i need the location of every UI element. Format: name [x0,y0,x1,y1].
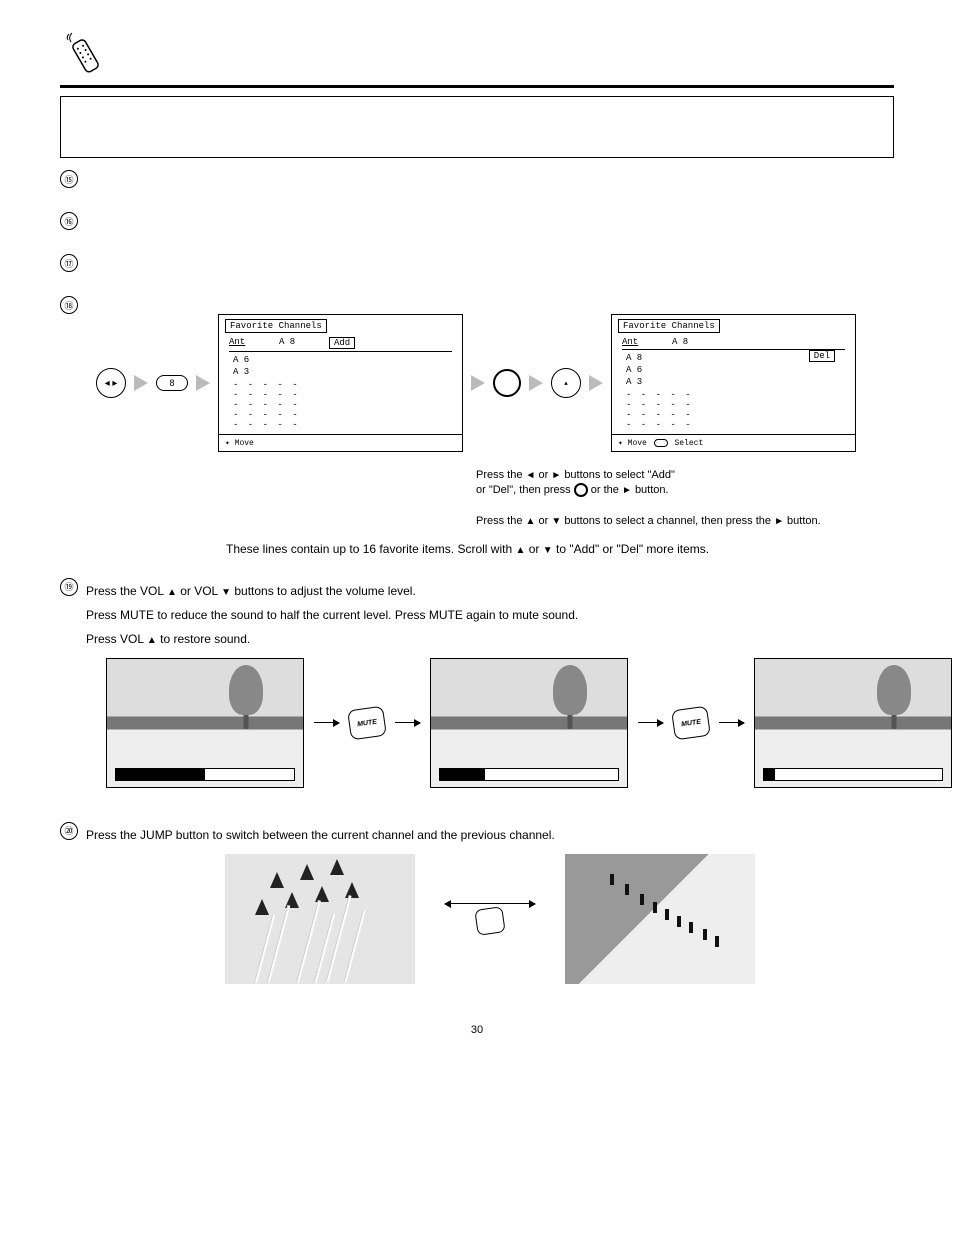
nav-ring-button: ▴ [551,368,581,398]
flow-arrow-icon [314,722,339,723]
remote-icon [60,30,110,80]
flow-arrow-icon [134,375,148,391]
tv-photo [430,658,628,788]
enter-icon [574,483,588,497]
circled-18: ⑱ [60,296,78,314]
item-18: ⑱ ◂ ▸ 8 Favorite Channels Ant A 8 Add [60,294,894,564]
move-icon: ✦ [618,439,623,448]
item-15: ⑮ [60,168,894,198]
flow-arrow-icon [395,722,420,723]
flow-arrow-icon [529,375,543,391]
tv-photo [754,658,952,788]
item-16: ⑯ [60,210,894,240]
number-8-button: 8 [156,375,188,391]
jump-button [474,906,505,936]
circled-19: ⑲ [60,578,78,596]
flow-arrow-icon [719,722,744,723]
title-box [60,96,894,158]
menu-illustration: ◂ ▸ 8 Favorite Channels Ant A 8 Add A 6 … [96,314,894,452]
item-20: ⑳ Press the JUMP button to switch betwee… [60,820,894,994]
jump-illustration [86,854,894,984]
volume-bar [763,768,943,781]
flow-arrow-icon [196,375,210,391]
up-triangle-icon: ▲ [167,587,177,598]
jets-photo [225,854,415,984]
bidirectional-arrow [445,903,535,934]
volume-bar [115,768,295,781]
flow-arrow-icon [589,375,603,391]
osd-menu-del: Favorite Channels Ant A 8 A 8 Del A 6 A … [611,314,856,452]
up-triangle-icon: ▲ [526,516,536,527]
page-number: 30 [471,1024,483,1036]
osd-menu-add: Favorite Channels Ant A 8 Add A 6 A 3 - … [218,314,463,452]
select-icon [654,439,668,447]
nav-ring-button: ◂ ▸ [96,368,126,398]
flow-arrow-icon [638,722,663,723]
mute-instruction: Press MUTE to reduce the sound to half t… [86,606,952,624]
down-triangle-icon: ▼ [543,545,553,556]
up-triangle-icon: ▲ [515,545,525,556]
right-triangle-icon: ► [622,485,632,496]
item-17: ⑰ [60,252,894,282]
caption-add-del: Press the ◄ or ► buttons to select "Add"… [476,468,821,530]
right-triangle-icon: ► [551,470,561,481]
move-icon: ✦ [225,439,230,448]
right-triangle-icon: ► [774,516,784,527]
up-triangle-icon: ▲ [147,635,157,646]
item-19: ⑲ Press the VOL ▲ or VOL ▼ buttons to ad… [60,576,894,808]
circled-16: ⑯ [60,212,78,230]
climbers-photo [565,854,755,984]
down-triangle-icon: ▼ [221,587,231,598]
mute-button: MUTE [347,705,387,740]
osd-title: Favorite Channels [225,319,327,333]
enter-button [493,369,521,397]
flow-arrow-icon [471,375,485,391]
circled-20: ⑳ [60,822,78,840]
osd-title: Favorite Channels [618,319,720,333]
down-triangle-icon: ▼ [551,516,561,527]
mute-sequence: MUTE MUTE [106,658,952,788]
restore-instruction: Press VOL ▲ to restore sound. [86,630,952,648]
mute-button: MUTE [671,705,711,740]
favorite-note: These lines contain up to 16 favorite it… [226,540,894,558]
volume-instruction: Press the VOL ▲ or VOL ▼ buttons to adju… [86,582,952,600]
left-triangle-icon: ◄ [526,470,536,481]
volume-bar [439,768,619,781]
jump-instruction: Press the JUMP button to switch between … [86,826,894,844]
tv-photo [106,658,304,788]
circled-17: ⑰ [60,254,78,272]
circled-15: ⑮ [60,170,78,188]
header-rule [60,85,894,88]
